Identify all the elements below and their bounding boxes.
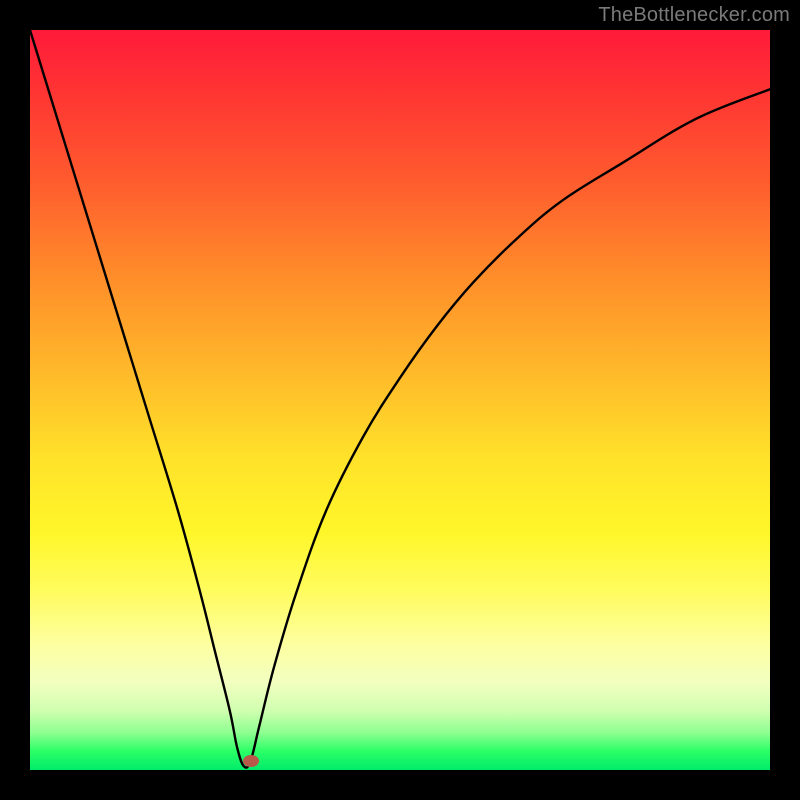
- bottleneck-curve: [30, 30, 770, 770]
- watermark-text: TheBottlenecker.com: [598, 4, 790, 27]
- optimal-point-marker: [243, 755, 259, 767]
- plot-area: [30, 30, 770, 770]
- chart-frame: TheBottlenecker.com: [0, 0, 800, 800]
